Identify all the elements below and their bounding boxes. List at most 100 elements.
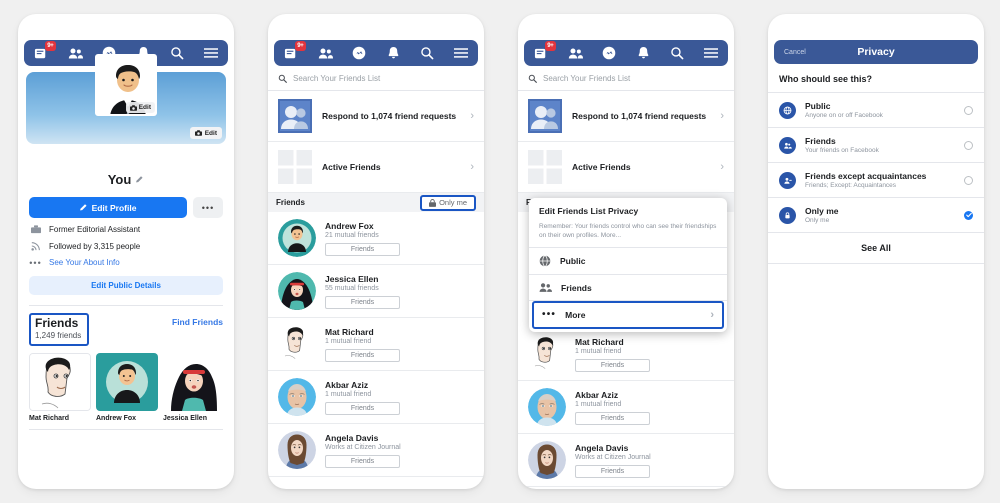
friend-mutual: 1 mutual friend <box>325 337 372 345</box>
notification-badge: 9+ <box>294 41 306 51</box>
popup-title: Edit Friends List Privacy <box>539 206 639 216</box>
friend-thumb[interactable]: Andrew Fox <box>96 353 158 422</box>
privacy-option-sub: Friends; Except: Acquaintances <box>805 182 897 189</box>
friend-mutual: Works at Citizen Journal <box>575 453 651 461</box>
avatar <box>278 431 316 469</box>
notification-badge: 9+ <box>44 41 56 51</box>
friend-list-item[interactable]: Mat Richard 1 mutual friend Friends <box>268 318 484 371</box>
search-friends-placeholder: Search Your Friends List <box>543 74 631 83</box>
friend-list-item[interactable]: Akbar Aziz 1 mutual friend Friends <box>268 371 484 424</box>
news-feed-icon[interactable]: 9+ <box>33 41 56 61</box>
friend-list-item[interactable]: Angela Davis Works at Citizen Journal Fr… <box>518 434 734 487</box>
briefcase-icon <box>30 225 41 234</box>
search-icon[interactable] <box>169 45 185 61</box>
globe-icon <box>539 255 551 267</box>
friend-list-item[interactable]: Andrew Fox 21 mutual friends Friends <box>268 212 484 265</box>
news-feed-icon[interactable]: 9+ <box>283 41 306 61</box>
friend-info: Mat Richard 1 mutual friend Friends <box>575 337 724 372</box>
friend-list-item[interactable]: Mat Richard 1 mutual friend Friends <box>518 328 734 381</box>
phone-panel-privacy-popup: 9+ Search Your Friends List Respond to 1… <box>500 0 750 503</box>
privacy-option-only-me[interactable]: Only me Only me <box>768 198 984 233</box>
friend-name: Andrew Fox <box>325 220 374 231</box>
friend-info: Angela Davis Works at Citizen Journal Fr… <box>575 443 724 478</box>
popup-option-friends[interactable]: Friends <box>529 275 727 301</box>
friends-status-button[interactable]: Friends <box>575 411 650 425</box>
find-friends-link[interactable]: Find Friends <box>172 313 223 327</box>
about-info-row[interactable]: ••• See Your About Info <box>18 251 234 267</box>
edit-cover-button[interactable]: Edit <box>189 127 222 139</box>
friends-status-label: Friends <box>600 414 625 422</box>
about-info-link[interactable]: See Your About Info <box>49 258 120 267</box>
friends-status-button[interactable]: Friends <box>325 295 400 309</box>
phone-panel-friends-list: 9+ Search Your Friends List Respond to 1… <box>250 0 500 503</box>
friend-list-item[interactable]: Akbar Aziz 1 mutual friend Friends <box>518 381 734 434</box>
privacy-option-sub: Anyone on or off Facebook <box>805 112 883 119</box>
friend-thumb[interactable]: Mat Richard <box>29 353 91 422</box>
menu-icon[interactable] <box>203 45 219 61</box>
cancel-button[interactable]: Cancel <box>784 49 806 56</box>
friend-name: Mat Richard <box>575 336 624 347</box>
news-feed-icon[interactable]: 9+ <box>533 41 556 61</box>
friend-thumb[interactable]: Jessica Ellen <box>163 353 225 422</box>
friends-status-button[interactable]: Friends <box>325 348 400 362</box>
menu-icon[interactable] <box>703 45 719 61</box>
chevron-right-icon: › <box>470 161 474 173</box>
friends-count-box[interactable]: Friends 1,249 friends <box>29 313 90 346</box>
popup-option-more[interactable]: ••• More › <box>532 301 724 329</box>
friend-list-item[interactable]: Jessica Ellen 55 mutual friends Friends <box>268 265 484 318</box>
messenger-icon[interactable] <box>351 45 367 61</box>
profile-avatar[interactable]: Edit <box>95 54 157 116</box>
see-all-button[interactable]: See All <box>768 233 984 264</box>
friends-privacy-button[interactable]: Only me <box>420 194 476 211</box>
edit-avatar-button[interactable]: Edit <box>125 102 155 113</box>
friends-icon[interactable] <box>317 45 333 61</box>
active-friends-row[interactable]: Active Friends › <box>268 142 484 193</box>
profile-more-label: ••• <box>201 202 215 213</box>
notifications-icon[interactable] <box>385 45 401 61</box>
search-friends-input[interactable]: Search Your Friends List <box>268 66 484 91</box>
privacy-option-friends[interactable]: Friends Your friends on Facebook <box>768 128 984 163</box>
popup-option-public[interactable]: Public <box>529 248 727 275</box>
camera-icon <box>194 130 202 136</box>
friend-info: Andrew Fox 21 mutual friends Friends <box>325 221 474 256</box>
menu-icon[interactable] <box>453 45 469 61</box>
privacy-option-radio[interactable] <box>964 175 973 185</box>
friends-privacy-bar: Friends Only me <box>268 193 484 212</box>
friends-privacy-value: Only me <box>439 198 467 207</box>
avatar <box>278 272 316 310</box>
friends-status-button[interactable]: Friends <box>575 358 650 372</box>
friends-icon[interactable] <box>67 45 83 61</box>
friend-requests-row[interactable]: Respond to 1,074 friend requests › <box>268 91 484 142</box>
privacy-option-radio[interactable] <box>964 105 973 115</box>
friend-thumb-name: Andrew Fox <box>96 415 137 422</box>
pencil-icon[interactable] <box>136 175 144 184</box>
friends-icon[interactable] <box>567 45 583 61</box>
privacy-option-radio-selected[interactable] <box>964 210 973 220</box>
friends-status-button[interactable]: Friends <box>325 242 400 256</box>
privacy-option-friends-except[interactable]: Friends except acquaintances Friends; Ex… <box>768 163 984 198</box>
privacy-option-public[interactable]: Public Anyone on or off Facebook <box>768 93 984 128</box>
friend-list-item[interactable]: Angela Davis Works at Citizen Journal Fr… <box>268 424 484 477</box>
friend-mutual: 1 mutual friend <box>575 400 622 408</box>
profile-more-button[interactable]: ••• <box>193 197 223 218</box>
messenger-icon[interactable] <box>601 45 617 61</box>
edit-profile-button[interactable]: Edit Profile <box>29 197 187 218</box>
friend-requests-row[interactable]: Respond to 1,074 friend requests › <box>518 91 734 142</box>
privacy-option-sub: Your friends on Facebook <box>805 147 879 154</box>
friends-status-button[interactable]: Friends <box>575 464 650 478</box>
friend-info: Mat Richard 1 mutual friend Friends <box>325 327 474 362</box>
screenshot-stage: 9+ Edit Edit You Edit Profile ••• Former… <box>0 0 1000 503</box>
check-icon <box>965 212 972 218</box>
active-friends-row[interactable]: Active Friends › <box>518 142 734 193</box>
friends-status-button[interactable]: Friends <box>325 454 400 468</box>
friends-status-button[interactable]: Friends <box>325 401 400 415</box>
search-icon[interactable] <box>669 45 685 61</box>
notifications-icon[interactable] <box>635 45 651 61</box>
privacy-option-radio[interactable] <box>964 140 973 150</box>
friends-status-label: Friends <box>350 298 375 306</box>
edit-public-details-button[interactable]: Edit Public Details <box>29 276 223 295</box>
edit-avatar-label: Edit <box>138 104 151 111</box>
edit-friends-list-privacy-popup: Edit Friends List Privacy Remember: Your… <box>529 198 727 332</box>
search-icon[interactable] <box>419 45 435 61</box>
search-friends-input[interactable]: Search Your Friends List <box>518 66 734 91</box>
